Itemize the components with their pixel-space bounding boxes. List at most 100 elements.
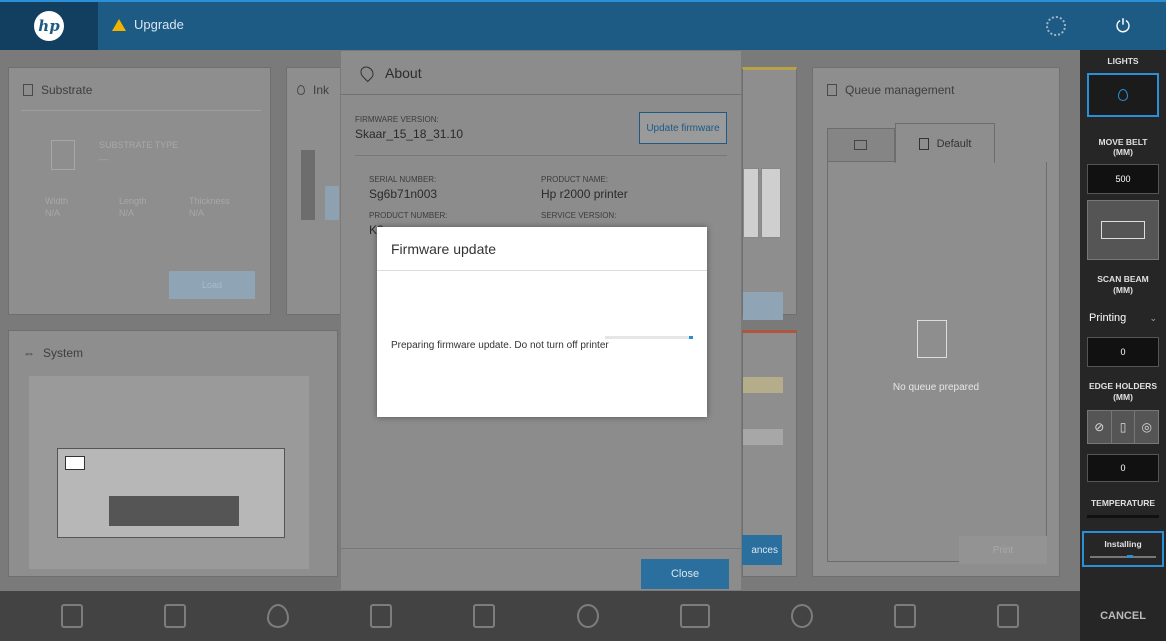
network-nav-icon[interactable] [576,604,599,628]
ink-nav-icon[interactable] [266,604,289,628]
status-bar [743,377,783,393]
edge-holder-off-icon[interactable]: ⊘ [1088,411,1111,443]
substrate-card: Substrate SUBSTRATE TYPE — Width N/A Len… [8,67,271,315]
installing-label: Installing [1104,539,1142,549]
product-name-label: PRODUCT NAME: [541,175,608,184]
queue-title-row: Queue management [827,83,954,97]
load-button[interactable]: Load [169,271,255,299]
power-button[interactable]: ⏻ [1080,0,1166,50]
close-button[interactable]: Close [641,559,729,589]
cup-nav-icon[interactable] [370,604,393,628]
edge-holder-sheet-icon[interactable]: ▯ [1110,411,1136,444]
empty-queue-text: No queue prepared [892,382,980,393]
ink-level-bar [301,150,315,220]
firmware-update-message: Preparing firmware update. Do not turn o… [391,340,609,351]
tab-default[interactable]: Default [895,123,995,163]
edge-holder-target-icon[interactable]: ◎ [1135,411,1158,443]
ink-drop-icon [297,85,305,95]
right-control-panel: ⏻ LIGHTS MOVE BELT (mm) 500 SCAN BEAM (m… [1080,0,1166,641]
image-icon [854,140,867,150]
thickness-value: N/A [189,208,205,218]
info-nav-icon[interactable] [790,604,813,628]
printer-nav-icon[interactable] [473,604,496,628]
lights-drop-icon [1118,88,1128,101]
about-title: About [385,64,422,81]
queue-card: Queue management Default No queue prepar… [812,67,1060,577]
status-bar [743,429,783,445]
scan-beam-input[interactable]: 0 [1087,337,1159,368]
divider [21,110,261,111]
printer-image [29,376,309,569]
advances-button[interactable]: ances [742,535,782,565]
lights-button[interactable] [1087,72,1159,117]
edge-holders-buttons: ⊘ ▯ ◎ [1087,410,1159,445]
chevron-down-icon: ⌄ [1149,312,1157,323]
substrate-type-value: — [99,154,108,164]
warning-icon [112,18,126,31]
scan-beam-select-value: Printing [1089,312,1127,325]
installing-progress-track [1090,555,1156,558]
power-icon: ⏻ [1115,15,1131,36]
product-name-value: Hp r2000 printer [541,187,628,201]
ink-action-button[interactable] [743,292,783,320]
queue-image-tab[interactable] [827,128,895,162]
cancel-button[interactable]: CANCEL [1080,591,1166,641]
installing-progress-fill [1126,555,1133,558]
length-value: N/A [119,208,135,218]
system-arrows-icon: ⇔ [23,346,35,360]
move-belt-label: MOVE BELT (mm) [1098,136,1148,158]
move-belt-control[interactable] [1087,199,1159,260]
tab-default-label: Default [936,137,972,150]
hp-logo-mark: hp [34,11,64,41]
window-nav-icon[interactable] [679,604,710,628]
queue-list-icon [827,84,837,96]
ink-card-extension [742,67,797,320]
about-header: About [341,51,741,95]
service-version-label: SERVICE VERSION: [541,211,617,220]
substrate-roll-icon [51,140,75,170]
firmware-version-value: Skaar_15_18_31.10 [355,127,464,141]
substrate-nav-icon[interactable] [163,604,186,628]
queue-title: Queue management [845,83,955,97]
firmware-update-modal: Firmware update Preparing firmware updat… [377,227,707,417]
location-pin-icon [357,63,377,82]
firmware-update-title: Firmware update [377,227,707,271]
queue-list [827,162,1047,562]
width-value: N/A [45,208,61,218]
firmware-version-label: FIRMWARE VERSION: [355,115,439,124]
system-title: System [43,346,84,360]
bottom-nav [0,591,1080,641]
scan-beam-select[interactable]: Printing ⌄ [1087,305,1159,331]
lights-label: LIGHTS [1107,56,1139,66]
system-title-row: ⇔ System [23,346,83,360]
upgrade-link[interactable]: Upgrade [112,17,184,32]
edge-holders-input[interactable]: 0 [1087,454,1159,483]
edge-holders-label: EDGE HOLDERS (mm) [1088,381,1157,402]
ink-cartridge [743,168,759,238]
update-firmware-button[interactable]: Update firmware [639,112,727,144]
thickness-label: Thickness [189,196,230,206]
top-bar: hp Upgrade [0,0,1080,50]
substrate-title-row: Substrate [23,83,92,97]
hp-logo: hp [0,2,98,50]
gear-icon[interactable] [1046,16,1066,36]
ink-title: Ink [313,83,330,97]
system-card: ⇔ System [8,330,338,577]
firmware-progress-track [605,336,693,339]
scan-beam-label: SCAN BEAM (mm) [1097,273,1149,295]
move-belt-input[interactable]: 500 [1087,163,1159,194]
search-doc-nav-icon[interactable] [997,604,1020,628]
empty-document-icon [917,320,947,358]
jobs-list-icon[interactable] [60,604,83,628]
printer-screen [65,456,85,470]
print-button[interactable]: Print [959,536,1047,564]
serial-number-value: Sg6b71n003 [369,187,438,201]
product-number-label: PRODUCT NUMBER: [369,211,448,220]
installing-status: Installing [1082,531,1164,567]
clipboard-nav-icon[interactable] [894,604,917,628]
serial-number-label: SERIAL NUMBER: [369,175,437,184]
ink-card: Ink [286,67,341,315]
divider [341,548,741,549]
belt-arrows-icon [1101,220,1145,239]
ink-level-bar [325,186,339,220]
